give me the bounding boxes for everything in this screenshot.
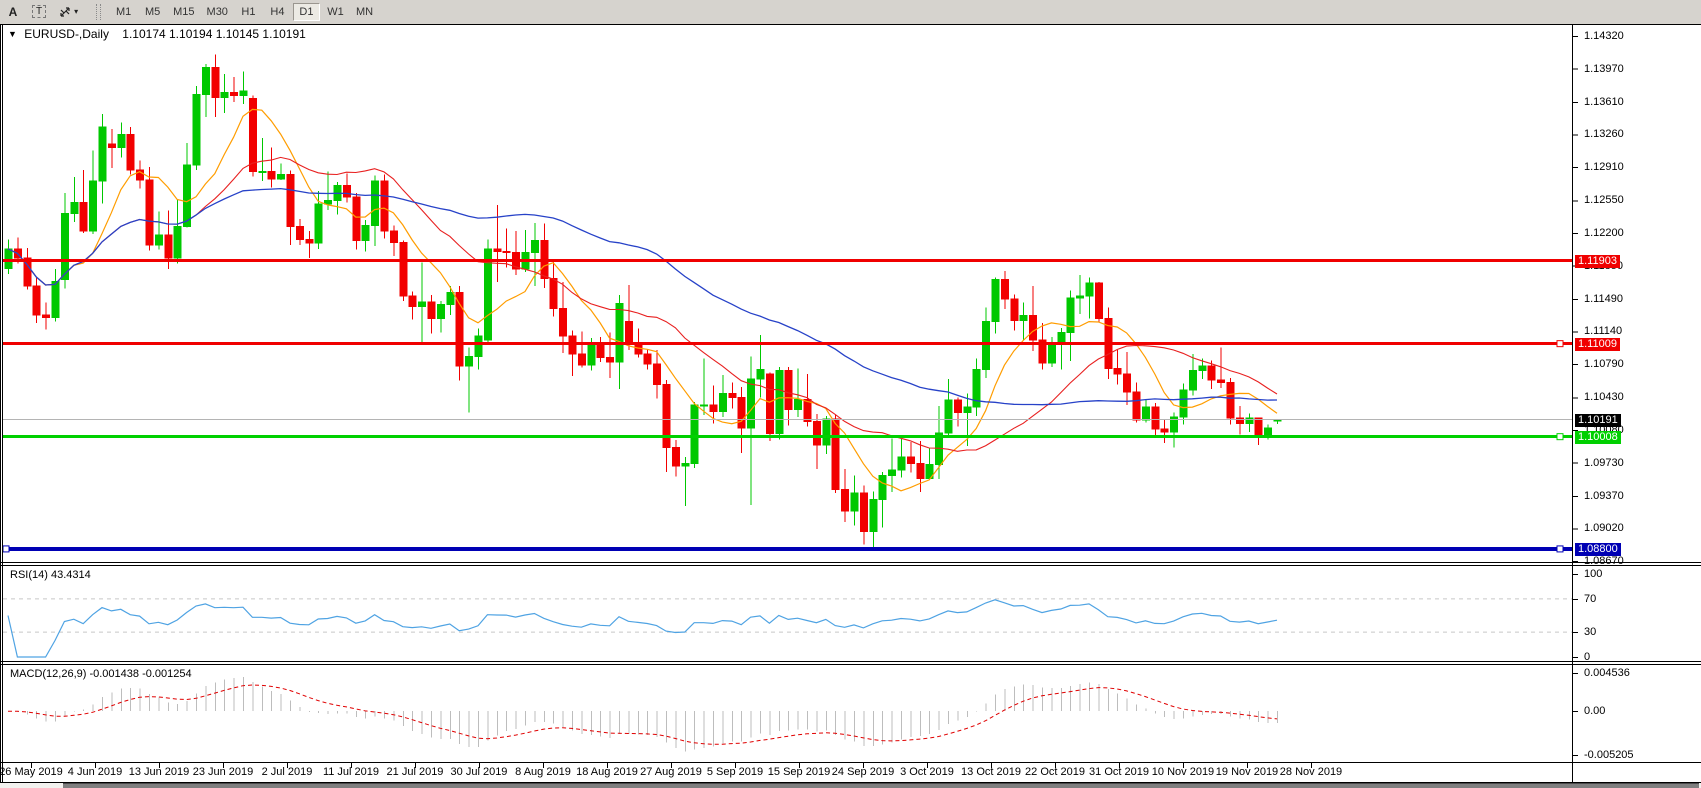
level-price-label-1.11009: 1.11009 bbox=[1575, 338, 1620, 351]
price-axis-tick-1.14320: 1.14320 bbox=[1584, 30, 1624, 43]
rsi-axis-tick-70: 70 bbox=[1584, 593, 1596, 606]
price-axis-tick-1.11140: 1.11140 bbox=[1584, 325, 1622, 338]
line-handle-left-1.08800[interactable] bbox=[3, 546, 9, 552]
price-axis-tick-1.12200: 1.12200 bbox=[1584, 227, 1624, 240]
price-axis-tick-1.10790: 1.10790 bbox=[1584, 358, 1624, 371]
rsi-axis-tick-30: 30 bbox=[1584, 626, 1596, 639]
price-axis-tick-1.13260: 1.13260 bbox=[1584, 128, 1624, 141]
symbol-dropdown-icon[interactable]: ▼ bbox=[8, 29, 17, 39]
price-axis-tick-1.09370: 1.09370 bbox=[1584, 490, 1624, 503]
price-axis-tick-1.12550: 1.12550 bbox=[1584, 194, 1624, 207]
price-axis-tick-1.13970: 1.13970 bbox=[1584, 63, 1624, 76]
rsi-axis-tick-100: 100 bbox=[1584, 568, 1602, 581]
symbol-period-label: EURUSD-,Daily bbox=[24, 27, 109, 41]
level-price-label-1.10008: 1.10008 bbox=[1575, 431, 1621, 444]
line-handle-right-1.10008[interactable] bbox=[1557, 434, 1563, 440]
macd-axis-tick-0.00: 0.00 bbox=[1584, 705, 1605, 718]
current-price-label: 1.10191 bbox=[1575, 414, 1621, 427]
price-axis-tick-1.10430: 1.10430 bbox=[1584, 391, 1624, 404]
rsi-axis-tick-0: 0 bbox=[1584, 651, 1590, 664]
date-axis-label-20: 28 Nov 2019 bbox=[1271, 766, 1351, 779]
chart-plot-area[interactable] bbox=[0, 0, 1701, 788]
price-axis-tick-1.09020: 1.09020 bbox=[1584, 522, 1624, 535]
ohlc-values: 1.10174 1.10194 1.10145 1.10191 bbox=[122, 27, 306, 41]
line-handle-right-1.08800[interactable] bbox=[1557, 546, 1563, 552]
mt4-terminal: AT▾M1M5M15M30H1H4D1W1MN ▼ EURUSD-,Daily … bbox=[0, 0, 1701, 788]
chart-title: ▼ EURUSD-,Daily 1.10174 1.10194 1.10145 … bbox=[8, 27, 306, 41]
level-price-label-1.08800: 1.08800 bbox=[1575, 543, 1621, 556]
line-handle-right-1.11009[interactable] bbox=[1557, 341, 1563, 347]
price-axis-tick-1.11490: 1.11490 bbox=[1584, 293, 1623, 306]
macd-axis-tick--0.005205: -0.005205 bbox=[1584, 749, 1634, 762]
rsi-indicator-label: RSI(14) 43.4314 bbox=[10, 569, 91, 581]
price-axis-tick-1.12910: 1.12910 bbox=[1584, 161, 1624, 174]
level-price-label-1.11903: 1.11903 bbox=[1575, 255, 1620, 268]
horizontal-scrollbar-thumb[interactable] bbox=[63, 783, 1699, 788]
price-axis-tick-1.13610: 1.13610 bbox=[1584, 96, 1624, 109]
price-axis-tick-1.09730: 1.09730 bbox=[1584, 457, 1624, 470]
macd-indicator-label: MACD(12,26,9) -0.001438 -0.001254 bbox=[10, 668, 192, 680]
macd-axis-tick-0.004536: 0.004536 bbox=[1584, 667, 1630, 680]
price-axis-tick-1.08670: 1.08670 bbox=[1584, 555, 1624, 568]
